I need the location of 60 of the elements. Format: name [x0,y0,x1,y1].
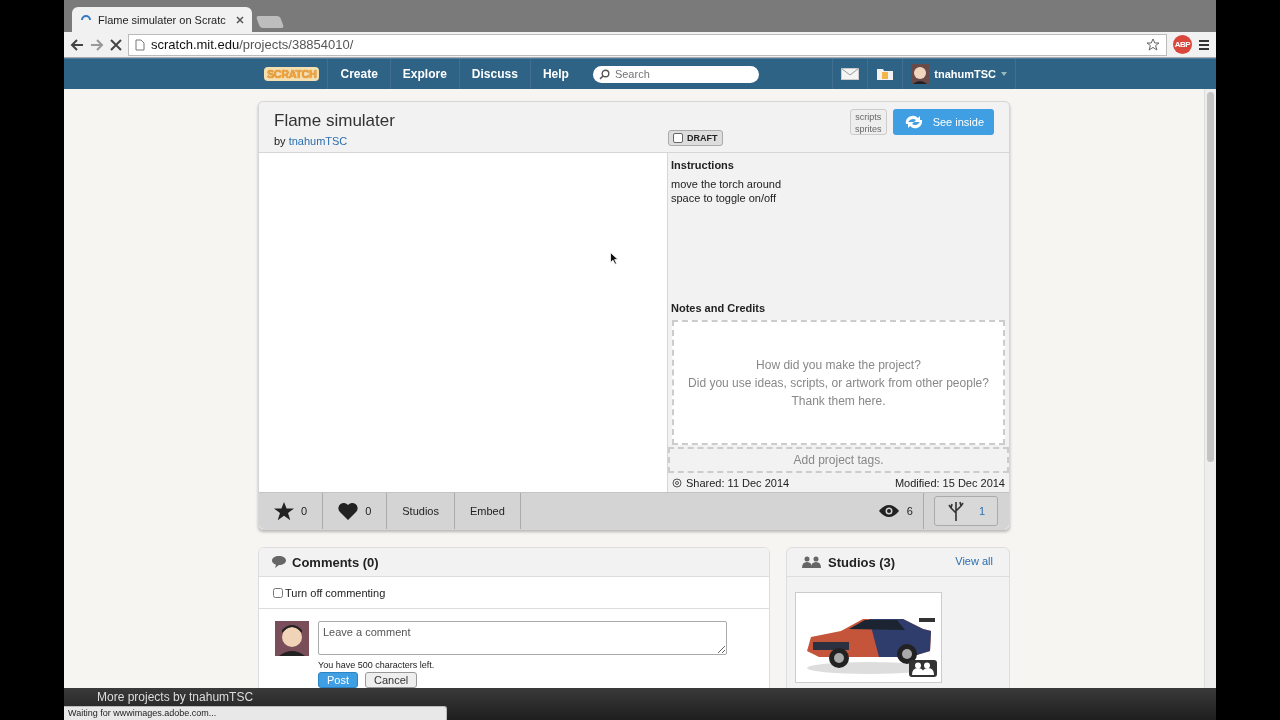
notes-field[interactable]: How did you make the project? Did you use ideas, scripts, or artwork from other people? Thank them here. [672,320,1005,445]
instructions-text: move the torch around [671,177,783,191]
scripts-sprites-hint: scripts sprites [850,109,887,135]
comments-heading: Comments (0) [292,554,379,570]
project-title: Flame simulater [274,111,396,131]
stop-icon[interactable] [110,38,122,51]
back-arrow-icon[interactable] [70,37,84,52]
embed-button[interactable]: Embed [454,493,521,529]
tags-field[interactable]: Add project tags. [668,447,1009,473]
commenting-checkbox[interactable] [273,587,283,598]
studios-button[interactable]: Studios [387,493,455,529]
cancel-button[interactable]: Cancel [365,672,418,688]
draft-checkbox[interactable] [673,133,683,143]
nav-link[interactable]: Create [327,59,390,89]
section-heading: Instructions [671,159,735,171]
page-icon [135,38,145,51]
instructions-text: space to toggle on/off [671,191,777,205]
checkbox-label: Turn off commenting [285,586,386,599]
search-field[interactable]: Search [592,65,759,83]
favorite-button[interactable]: 0 [259,493,324,529]
studios-heading: Studios (3) [828,554,896,570]
browser-tab[interactable]: Flame simulater on Scratc [72,7,252,32]
tree-icon [946,501,965,521]
menu-icon[interactable] [1198,38,1210,51]
comment-field[interactable]: Leave a comment [318,621,727,655]
love-button[interactable]: 0 [323,493,388,529]
view-all-link[interactable]: View all [955,555,993,567]
folder-icon[interactable] [876,67,895,81]
draft-toggle[interactable]: DRAFT [668,130,723,146]
nav-link[interactable]: Discuss [458,59,530,89]
adblock-extension-icon[interactable]: ABP [1173,35,1192,54]
speech-bubble-icon [272,556,286,568]
mouse-cursor-icon [610,252,619,265]
address-bar[interactable]: scratch.mit.edu/projects/38854010/ [128,33,1167,56]
share-icon [672,477,682,488]
star-icon [274,501,294,521]
remix-tree-button[interactable]: 1 [933,496,998,526]
modified-date: Modified: 15 Dec 2014 [894,476,1005,489]
character-count: You have 500 characters left. [318,660,436,670]
nav-link[interactable]: Explore [389,59,459,89]
shared-date: Shared: 11 Dec 2014 [686,476,790,489]
group-icon [802,556,822,568]
avatar-icon [911,64,930,84]
group-icon [912,662,934,675]
close-icon[interactable] [236,15,244,24]
more-projects-link[interactable]: More projects by tnahumTSC [97,690,254,704]
author-link[interactable]: tnahumTSC [288,135,348,147]
mail-icon[interactable] [841,68,860,80]
eye-icon [877,504,900,518]
status-bubble: Waiting for wwwimages.adobe.com... [64,706,447,720]
star-icon[interactable] [1146,37,1160,52]
byline-label: by [274,135,286,147]
nav-link[interactable]: Help [529,59,581,89]
heart-icon [338,502,359,520]
caret-icon [1001,72,1007,76]
avatar-icon [275,621,309,656]
scrollbar-thumb[interactable] [1207,92,1214,462]
user-menu[interactable]: tnahumTSC [902,59,1016,89]
view-count: 6 [906,505,913,517]
section-heading: Notes and Credits [671,302,767,314]
